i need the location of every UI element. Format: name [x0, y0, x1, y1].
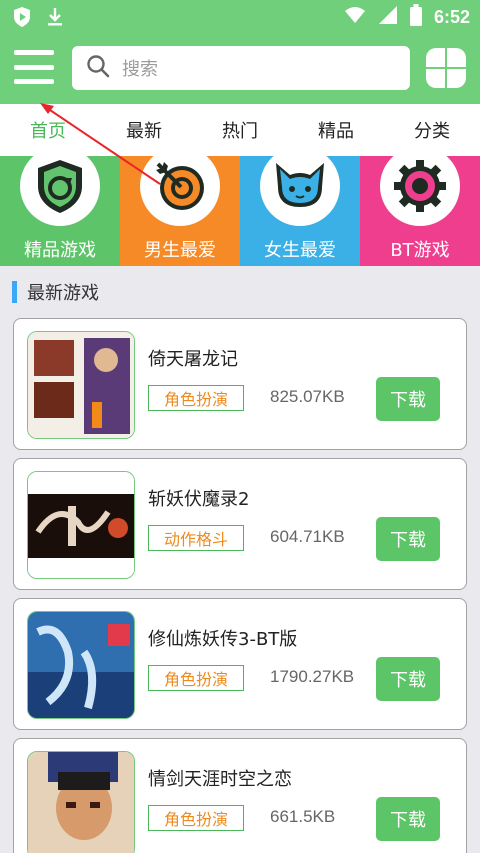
game-file-size: 825.07KB	[270, 387, 345, 406]
game-title: 斩妖伏魔录2	[148, 489, 250, 510]
game-list-item[interactable]: 情剑天涯时空之恋 角色扮演 661.5KB 下载	[13, 738, 467, 853]
target-arrow-icon	[140, 146, 220, 226]
game-category-tag: 动作格斗	[148, 525, 244, 551]
section-header: 最新游戏	[12, 280, 99, 304]
section-accent-bar	[12, 281, 17, 303]
game-thumbnail	[27, 331, 135, 439]
game-file-size: 604.71KB	[270, 527, 345, 546]
category-bt-games[interactable]: BT游戏	[360, 146, 480, 266]
tab-home[interactable]: 首页	[0, 117, 96, 143]
shield-play-icon	[12, 6, 32, 32]
download-icon	[46, 7, 64, 31]
tab-featured[interactable]: 精品	[288, 117, 384, 143]
tab-categories[interactable]: 分类	[384, 117, 480, 143]
tab-latest[interactable]: 最新	[96, 117, 192, 143]
game-category-tag: 角色扮演	[148, 805, 244, 831]
cat-face-icon	[260, 146, 340, 226]
status-bar: 6:52	[0, 0, 480, 34]
game-file-size: 1790.27KB	[270, 667, 355, 686]
game-list-item[interactable]: 倚天屠龙记 角色扮演 825.07KB 下载	[13, 318, 467, 450]
battery-icon	[409, 4, 422, 30]
game-title: 情剑天涯时空之恋	[148, 769, 292, 790]
download-button[interactable]: 下载	[376, 377, 440, 421]
signal-icon	[378, 5, 398, 29]
game-list-item[interactable]: 修仙炼妖传3-BT版 角色扮演 1790.27KB 下载	[13, 598, 467, 730]
game-file-size: 661.5KB	[270, 807, 336, 826]
wifi-icon	[344, 6, 366, 28]
game-thumbnail	[27, 611, 135, 719]
category-boys-favorite[interactable]: 男生最爱	[120, 146, 240, 266]
game-title: 修仙炼妖传3-BT版	[148, 629, 298, 650]
category-label: 女生最爱	[264, 240, 336, 261]
category-label: BT游戏	[390, 240, 450, 261]
tab-hot[interactable]: 热门	[192, 117, 288, 143]
status-time: 6:52	[433, 6, 470, 27]
category-featured-games[interactable]: 精品游戏	[0, 146, 120, 266]
game-category-tag: 角色扮演	[148, 665, 244, 691]
shield-refresh-icon	[20, 146, 100, 226]
category-girls-favorite[interactable]: 女生最爱	[240, 146, 360, 266]
menu-icon[interactable]	[14, 48, 54, 86]
section-title: 最新游戏	[27, 283, 99, 304]
category-label: 男生最爱	[144, 240, 216, 261]
game-thumbnail	[27, 751, 135, 853]
gear-icon	[380, 146, 460, 226]
game-category-tag: 角色扮演	[148, 385, 244, 411]
game-thumbnail	[27, 471, 135, 579]
app-header: 6:52 搜索	[0, 0, 480, 104]
download-button[interactable]: 下载	[376, 657, 440, 701]
search-placeholder: 搜索	[122, 59, 158, 80]
search-icon	[86, 54, 110, 82]
category-grid: 精品游戏 男生最爱 女生最爱 BT游戏	[0, 146, 480, 266]
search-input[interactable]: 搜索	[72, 46, 410, 90]
game-title: 倚天屠龙记	[148, 349, 238, 370]
app-grid-icon[interactable]	[424, 46, 468, 90]
download-button[interactable]: 下载	[376, 797, 440, 841]
download-button[interactable]: 下载	[376, 517, 440, 561]
category-label: 精品游戏	[24, 240, 96, 261]
game-list-item[interactable]: 斩妖伏魔录2 动作格斗 604.71KB 下载	[13, 458, 467, 590]
